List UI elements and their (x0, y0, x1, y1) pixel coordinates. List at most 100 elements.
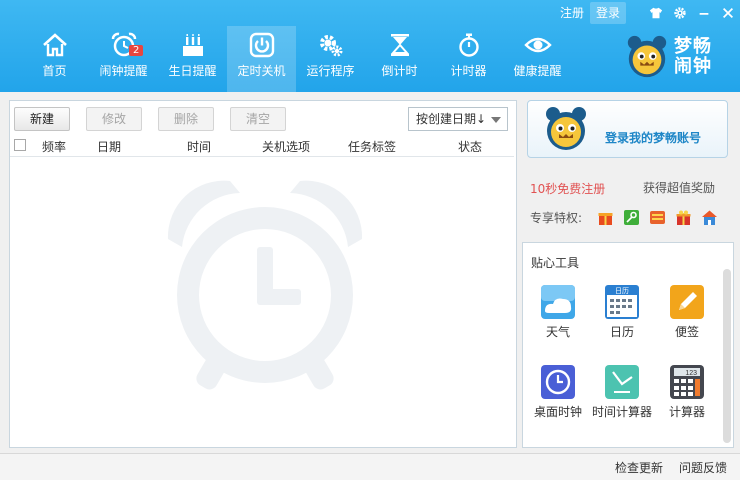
privilege-key[interactable] (622, 208, 640, 226)
window-controls: 注册 登录 (554, 0, 740, 26)
privilege-house[interactable] (700, 208, 718, 226)
gears-icon (319, 35, 342, 57)
sort-select-value: 按创建日期↓ (416, 112, 487, 126)
nav-stopwatch-label: 计时器 (450, 64, 487, 78)
tool-time-calculator[interactable]: 时间计算器 (589, 365, 655, 425)
present-icon (676, 210, 690, 225)
tool-note[interactable]: 便签 (654, 285, 720, 345)
main-nav: 首页 2 闹钟提醒 生日提醒 定时关机 运行程序 倒计时 计时器 健康提醒 (20, 26, 572, 92)
calendar-icon: 日历 (605, 285, 639, 319)
nav-birthday-label: 生日提醒 (168, 64, 217, 78)
close-icon (723, 8, 733, 18)
tool-calendar-label: 日历 (609, 325, 634, 339)
brand-line1: 梦畅 (674, 36, 712, 57)
shirt-icon (649, 7, 663, 19)
brand-line2: 闹钟 (674, 56, 712, 77)
reward-text: 获得超值奖励 (643, 181, 716, 195)
note-icon (670, 285, 704, 319)
privilege-skin[interactable] (648, 208, 666, 226)
alarm-clock-watermark-icon (167, 180, 363, 390)
task-toolbar: 新建 修改 删除 清空 按创建日期↓ (14, 107, 508, 131)
task-panel: 新建 修改 删除 清空 按创建日期↓ 频率 日期 时间 关机选项 任务标签 状态 (9, 100, 517, 448)
mascot-icon (546, 107, 586, 150)
tool-desktop-clock-label: 桌面时钟 (533, 405, 582, 419)
nav-health-label: 健康提醒 (513, 64, 562, 78)
tools-panel: 贴心工具 天气 日历 日历 便签 桌面时钟 时间计算器 123 计算器 (522, 242, 734, 448)
column-time[interactable]: 时间 (187, 138, 211, 155)
account-login-card[interactable]: 登录我的梦畅账号 (527, 100, 728, 158)
home-icon (42, 33, 67, 57)
column-status[interactable]: 状态 (458, 138, 482, 155)
alarm-count-badge: 2 (129, 45, 144, 56)
tool-calendar[interactable]: 日历 日历 (589, 285, 655, 345)
column-date[interactable]: 日期 (97, 138, 121, 155)
tool-calculator[interactable]: 123 计算器 (654, 365, 720, 425)
mascot-icon (627, 35, 667, 78)
minimize-icon (699, 13, 709, 15)
gear-icon (674, 7, 686, 19)
minimize-button[interactable] (692, 2, 716, 24)
nav-shutdown[interactable]: 定时关机 (227, 26, 296, 92)
settings-button[interactable] (668, 2, 692, 24)
free-register-link[interactable]: 10秒免费注册 (530, 180, 605, 197)
nav-countdown-label: 倒计时 (381, 64, 418, 78)
stopwatch-icon (458, 33, 479, 57)
login-prompt: 登录我的梦畅账号 (605, 131, 702, 145)
privilege-gift-box[interactable] (596, 208, 614, 226)
brand-name: 梦畅 闹钟 (674, 37, 712, 77)
close-button[interactable] (716, 2, 740, 24)
eye-icon (523, 37, 552, 53)
chevron-down-icon (491, 117, 501, 123)
tool-desktop-clock[interactable]: 桌面时钟 (525, 365, 591, 425)
tool-time-calculator-label: 时间计算器 (591, 405, 652, 419)
power-icon (249, 32, 274, 58)
nav-run-program-label: 运行程序 (306, 64, 355, 78)
edit-button[interactable]: 修改 (86, 107, 142, 131)
tool-weather[interactable]: 天气 (525, 285, 591, 345)
nav-home[interactable]: 首页 (20, 26, 89, 92)
nav-run-program[interactable]: 运行程序 (296, 26, 365, 92)
skin-button[interactable] (644, 2, 668, 24)
hourglass-icon (390, 34, 409, 56)
gift-box-icon (598, 212, 612, 225)
title-bar: 注册 登录 首页 2 闹钟提醒 生日提醒 定时关机 运行程序 倒计时 计时器 健… (0, 0, 740, 92)
column-frequency[interactable]: 频率 (42, 138, 66, 155)
tool-calculator-label: 计算器 (668, 405, 705, 419)
privileges-label: 专享特权: (530, 211, 583, 225)
table-header: 频率 日期 时间 关机选项 任务标签 状态 (10, 135, 514, 157)
delete-button[interactable]: 删除 (158, 107, 214, 131)
privilege-icons (596, 208, 726, 226)
nav-health[interactable]: 健康提醒 (503, 26, 572, 92)
birthday-cake-icon (182, 34, 203, 56)
desktop-clock-icon (541, 365, 575, 399)
nav-stopwatch[interactable]: 计时器 (434, 26, 503, 92)
login-link[interactable]: 登录 (589, 2, 626, 24)
house-icon (701, 210, 717, 225)
nav-home-label: 首页 (42, 64, 67, 78)
tools-title: 贴心工具 (531, 256, 580, 270)
tool-weather-label: 天气 (545, 325, 570, 339)
weather-icon (541, 285, 575, 319)
clear-button[interactable]: 清空 (230, 107, 286, 131)
status-bar: 检查更新 问题反馈 (0, 453, 740, 480)
key-icon (623, 209, 639, 225)
feedback-link[interactable]: 问题反馈 (679, 459, 727, 476)
column-task-tag[interactable]: 任务标签 (348, 138, 396, 155)
new-button[interactable]: 新建 (14, 107, 70, 131)
sort-select[interactable]: 按创建日期↓ (408, 107, 508, 131)
calendar-icon-text: 日历 (615, 287, 629, 295)
nav-alarm-label: 闹钟提醒 (99, 64, 148, 78)
check-update-link[interactable]: 检查更新 (615, 459, 663, 476)
privilege-present[interactable] (674, 208, 692, 226)
select-all-checkbox[interactable] (14, 139, 26, 151)
register-link[interactable]: 注册 (554, 2, 590, 24)
column-shutdown-option[interactable]: 关机选项 (262, 138, 310, 155)
tools-scrollbar[interactable] (723, 269, 731, 443)
calculator-icon-text: 123 (685, 370, 697, 377)
skin-pattern-icon (649, 210, 665, 224)
tool-note-label: 便签 (674, 325, 699, 339)
nav-shutdown-label: 定时关机 (237, 64, 286, 78)
nav-birthday[interactable]: 生日提醒 (158, 26, 227, 92)
nav-countdown[interactable]: 倒计时 (365, 26, 434, 92)
nav-alarm[interactable]: 2 闹钟提醒 (89, 26, 158, 92)
